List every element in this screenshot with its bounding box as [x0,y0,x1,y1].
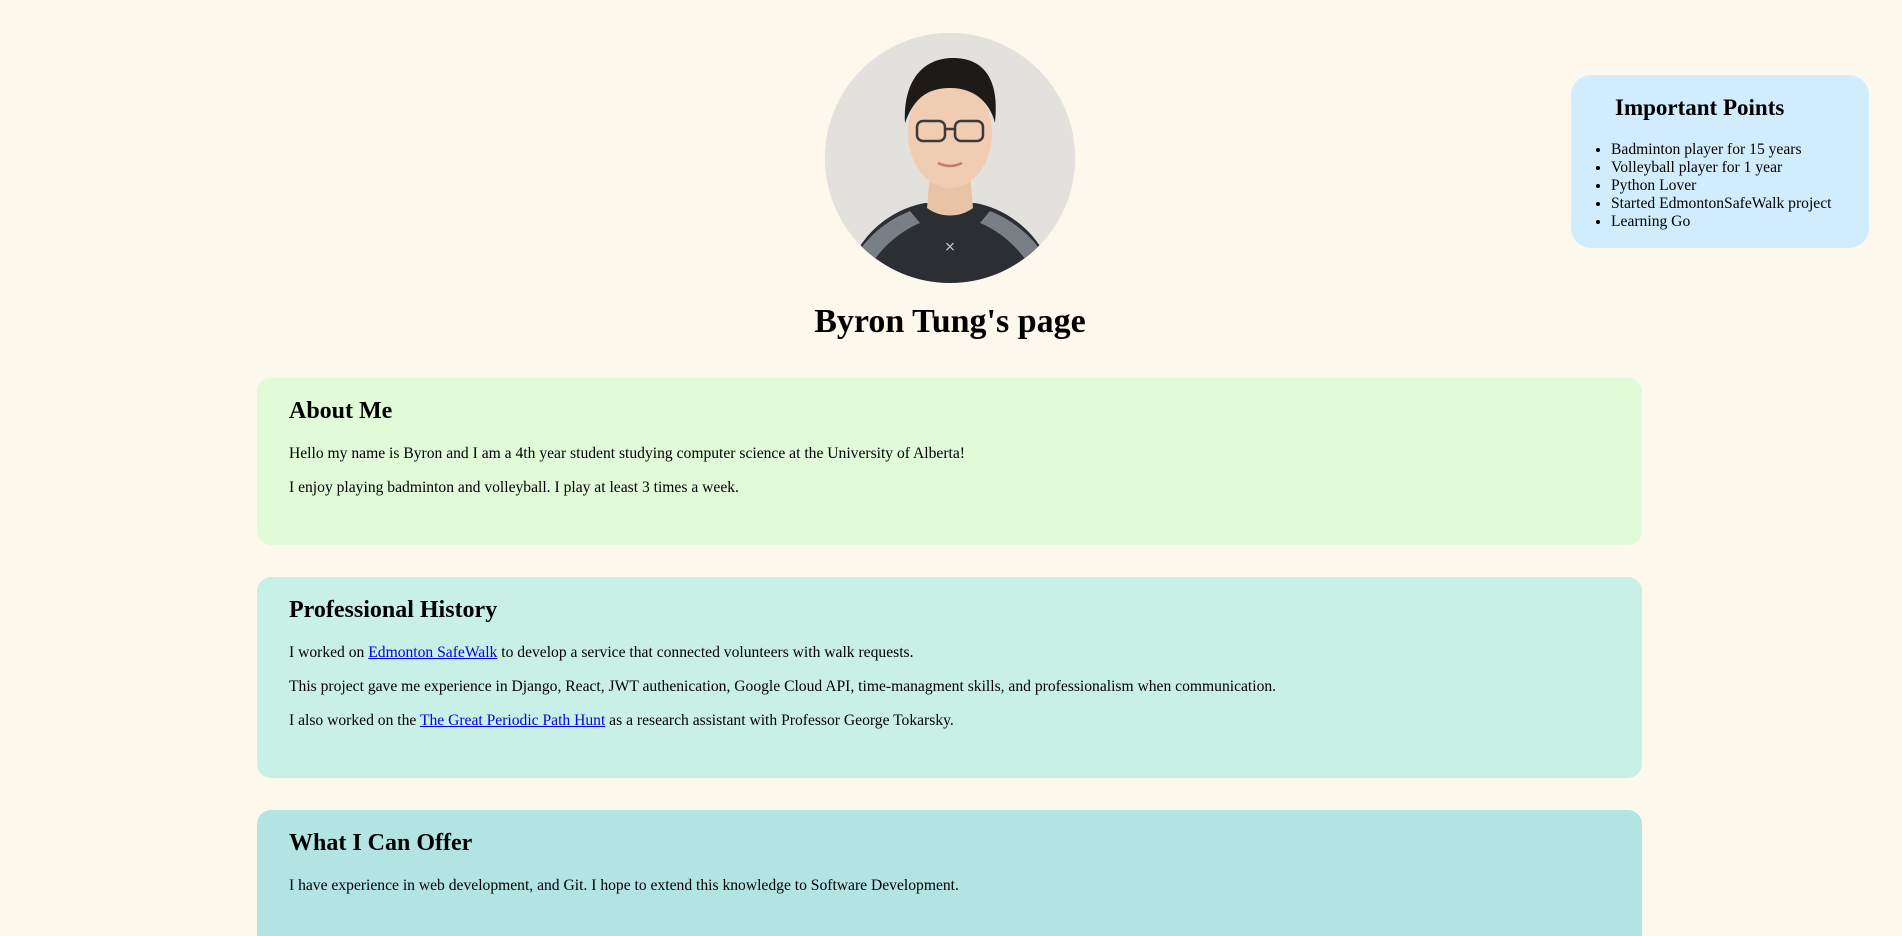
about-section: About Me Hello my name is Byron and I am… [257,378,1642,545]
edmonton-safewalk-link[interactable]: Edmonton SafeWalk [368,644,497,661]
history-paragraph: This project gave me experience in Djang… [289,678,1277,695]
text: to develop a service that connected volu… [497,644,914,661]
svg-text:⨯: ⨯ [944,239,956,255]
text: I also worked on the [289,712,420,729]
offer-paragraph: I have experience in web development, an… [289,877,959,894]
list-item: Volleyball player for 1 year [1611,159,1831,177]
page: ⨯ Byron Tung's page Important Points Bad… [0,0,1902,936]
list-item: Learning Go [1611,213,1831,231]
history-paragraph: I worked on Edmonton SafeWalk to develop… [289,643,914,663]
important-points-list: Badminton player for 15 years Volleyball… [1611,141,1831,231]
history-section: Professional History I worked on Edmonto… [257,577,1642,778]
offer-section: What I Can Offer I have experience in we… [257,810,1642,936]
text: as a research assistant with Professor G… [605,712,954,729]
important-points-heading: Important Points [1615,95,1785,120]
page-title: Byron Tung's page [814,303,1086,340]
list-item: Started EdmontonSafeWalk project [1611,195,1831,213]
profile-photo-icon: ⨯ [825,33,1075,283]
important-points-panel: Important Points Badminton player for 15… [1571,75,1869,248]
text: I worked on [289,644,369,661]
history-paragraph: I also worked on the The Great Periodic … [289,711,954,731]
list-item: Python Lover [1611,177,1831,195]
periodic-path-hunt-link[interactable]: The Great Periodic Path Hunt [420,712,605,729]
section-heading: What I Can Offer [289,830,473,856]
about-paragraph: Hello my name is Byron and I am a 4th ye… [289,445,965,462]
section-heading: Professional History [289,597,498,623]
section-heading: About Me [289,398,393,424]
avatar: ⨯ [825,33,1075,283]
list-item: Badminton player for 15 years [1611,141,1831,159]
about-paragraph: I enjoy playing badminton and volleyball… [289,479,739,496]
